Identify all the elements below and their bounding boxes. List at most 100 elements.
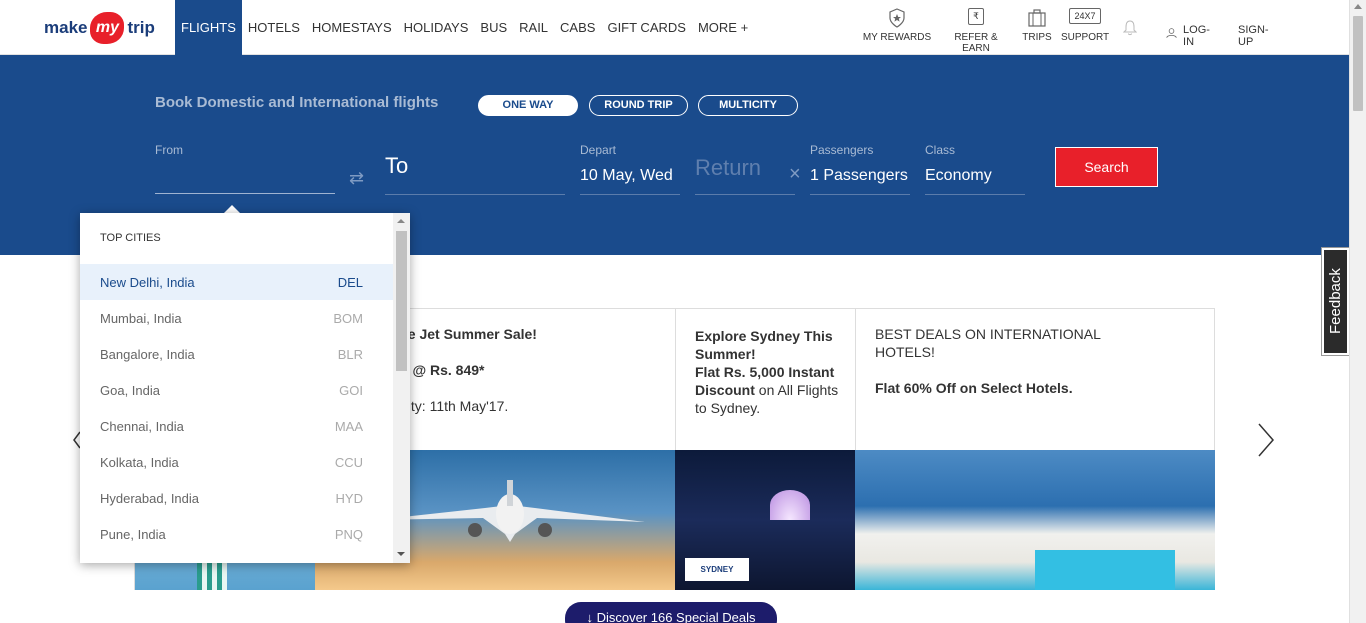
deal-1-title: ce Jet Summer Sale!	[400, 326, 537, 342]
search-tagline: Book Domestic and International flights	[155, 94, 439, 111]
rupee-card-icon: ₹	[941, 8, 1011, 28]
city-name: Mumbai, India	[100, 310, 182, 326]
deal-2-offer-line: Discount on All Flights	[695, 381, 838, 399]
nav-flights[interactable]: FLIGHTS	[175, 0, 242, 55]
nav-rail[interactable]: RAIL	[513, 0, 554, 55]
my-rewards-link[interactable]: MY REWARDS	[861, 8, 933, 43]
opera-house-shape	[770, 490, 810, 520]
support-link[interactable]: 24X7 SUPPORT	[1061, 8, 1109, 43]
sydney-badge: SYDNEY	[685, 558, 749, 581]
deal-2-destination: to Sydney.	[695, 400, 761, 416]
city-option[interactable]: Mumbai, India BOM	[80, 300, 393, 336]
refer-earn-label: REFER & EARN	[954, 32, 998, 54]
page-scroll-up-icon[interactable]	[1354, 4, 1362, 9]
city-option[interactable]: Hyderabad, India HYD	[80, 480, 393, 516]
from-field[interactable]: From	[155, 143, 335, 194]
city-option[interactable]: New Delhi, India DEL	[80, 264, 393, 300]
scroll-up-icon[interactable]	[397, 219, 405, 223]
deal-divider	[675, 309, 676, 450]
logo-my-text: my	[90, 12, 125, 44]
search-button[interactable]: Search	[1055, 147, 1158, 187]
deal-3-offer: Flat 60% Off on Select Hotels.	[875, 380, 1073, 396]
brand-logo[interactable]: make my trip	[44, 12, 155, 44]
nav-more[interactable]: MORE +	[692, 0, 754, 55]
deal-2-offer: Flat Rs. 5,000 Instant	[695, 364, 835, 380]
class-field[interactable]: Class Economy	[925, 143, 1025, 195]
nav-hotels[interactable]: HOTELS	[242, 0, 306, 55]
return-underline	[695, 194, 795, 195]
city-option[interactable]: Goa, India GOI	[80, 372, 393, 408]
depart-label: Depart	[580, 143, 617, 157]
deal-3-title-2: HOTELS!	[875, 344, 935, 360]
to-placeholder: To	[385, 153, 409, 178]
class-value: Economy	[925, 167, 992, 184]
refer-earn-link[interactable]: ₹ REFER & EARN	[941, 8, 1011, 54]
signup-link[interactable]: SIGN-UP	[1238, 24, 1269, 48]
clear-return-icon[interactable]: ×	[789, 163, 801, 186]
city-code: BOM	[333, 310, 363, 326]
sydney-image: SYDNEY	[675, 450, 855, 590]
user-icon	[1166, 28, 1177, 38]
rewards-badge-icon	[889, 8, 905, 28]
support-24x7-icon: 24X7	[1061, 8, 1109, 28]
from-label: From	[155, 143, 183, 157]
city-code: GOI	[339, 382, 363, 398]
city-option[interactable]: Bangalore, India BLR	[80, 336, 393, 372]
bell-icon[interactable]	[1123, 20, 1137, 36]
dropdown-scrollbar[interactable]	[393, 213, 410, 563]
nav-gift-cards[interactable]: GIFT CARDS	[601, 0, 692, 55]
city-option[interactable]: Kolkata, India CCU	[80, 444, 393, 480]
swap-icon[interactable]: ⇄	[349, 168, 364, 189]
top-cities-dropdown: TOP CITIES New Delhi, India DEL Mumbai, …	[80, 213, 410, 563]
depart-field[interactable]: Depart 10 May, Wed	[580, 143, 680, 195]
trips-link[interactable]: TRIPS	[1019, 8, 1055, 43]
class-underline	[925, 194, 1025, 195]
city-code: HYD	[335, 490, 363, 506]
carousel-next-icon[interactable]	[1256, 422, 1276, 458]
passengers-value: 1 Passengers	[810, 167, 908, 184]
one-way-button[interactable]: ONE WAY	[478, 95, 578, 116]
city-name: Pune, India	[100, 526, 166, 542]
passengers-label: Passengers	[810, 143, 874, 157]
round-trip-button[interactable]: ROUND TRIP	[589, 95, 688, 116]
city-code: DEL	[337, 274, 363, 290]
dropdown-scroll-thumb[interactable]	[396, 231, 407, 371]
page-scrollbar[interactable]	[1349, 0, 1366, 623]
nav-cabs[interactable]: CABS	[554, 0, 601, 55]
city-code: PNQ	[334, 526, 363, 542]
return-field[interactable]: Return	[695, 155, 795, 195]
passengers-field[interactable]: Passengers 1 Passengers	[810, 143, 910, 195]
depart-value: 10 May, Wed	[580, 167, 673, 184]
login-link[interactable]: LOG-IN	[1166, 18, 1213, 48]
login-label: LOG-IN	[1183, 24, 1210, 48]
depart-underline	[580, 194, 680, 195]
page-scroll-thumb[interactable]	[1353, 16, 1363, 111]
trips-label: TRIPS	[1022, 32, 1052, 43]
nav-holidays[interactable]: HOLIDAYS	[398, 0, 475, 55]
scroll-down-icon[interactable]	[397, 552, 405, 556]
page: make my trip FLIGHTS HOTELS HOMESTAYS HO…	[0, 0, 1366, 623]
top-cities-heading: TOP CITIES	[100, 232, 161, 244]
discover-deals-button[interactable]: ↓ Discover 166 Special Deals	[565, 602, 777, 623]
city-option[interactable]: Chennai, India MAA	[80, 408, 393, 444]
rupee-card-symbol: ₹	[968, 8, 984, 25]
my-rewards-label: MY REWARDS	[862, 32, 932, 43]
to-underline	[385, 194, 565, 195]
top-header: make my trip FLIGHTS HOTELS HOMESTAYS HO…	[0, 0, 1349, 55]
city-option[interactable]: Pune, India PNQ	[80, 516, 393, 552]
nav-homestays[interactable]: HOMESTAYS	[306, 0, 398, 55]
to-field[interactable]: To	[385, 153, 565, 195]
nav-bus[interactable]: BUS	[474, 0, 513, 55]
deal-2-discount-rest: on All Flights	[754, 382, 839, 398]
multicity-button[interactable]: MULTICITY	[698, 95, 798, 116]
city-code: BLR	[337, 346, 363, 362]
class-label: Class	[925, 143, 956, 157]
deal-3-title-1: BEST DEALS ON INTERNATIONAL	[875, 326, 1101, 342]
city-code: CCU	[334, 454, 363, 470]
deal-1-validity: dity: 11th May'17.	[400, 398, 509, 414]
logo-make-text: make	[44, 18, 88, 37]
deal-2-title-2: Summer!	[695, 346, 756, 362]
feedback-tab[interactable]: Feedback	[1321, 247, 1350, 356]
briefcase-icon	[1028, 9, 1046, 27]
support-label: SUPPORT	[1061, 32, 1110, 43]
